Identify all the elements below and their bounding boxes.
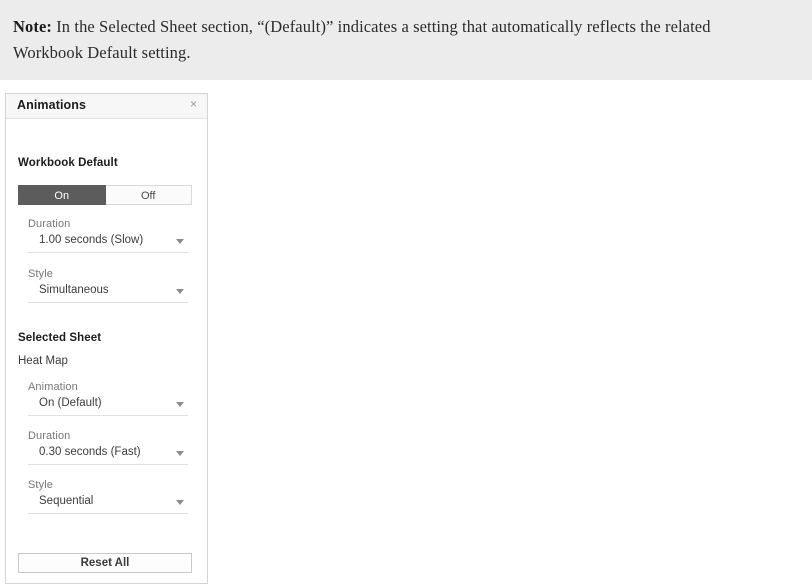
chevron-down-icon [176,239,184,244]
chevron-down-icon [176,451,184,456]
selected-sheet-duration-label: Duration [28,430,71,442]
note-text: Note: In the Selected Sheet section, “(D… [13,14,783,66]
note-body: In the Selected Sheet section, “(Default… [13,17,711,62]
chevron-down-icon [176,402,184,407]
note-label: Note: [13,17,52,36]
workbook-default-style-value: Simultaneous [39,284,109,296]
workbook-default-duration-dropdown[interactable]: 1.00 seconds (Slow) [28,233,188,253]
animations-panel: Animations × Workbook Default On Off Dur… [5,93,208,584]
workbook-default-animation-toggle[interactable]: On Off [18,185,192,205]
selected-sheet-animation-field: Animation On (Default) [28,381,188,416]
selected-sheet-animation-value: On (Default) [39,397,102,409]
selected-sheet-name: Heat Map [18,355,68,367]
panel-header: Animations × [6,94,207,119]
close-icon[interactable]: × [187,98,200,111]
selected-sheet-duration-dropdown[interactable]: 0.30 seconds (Fast) [28,445,188,465]
panel-title: Animations [17,98,87,112]
selected-sheet-style-label: Style [28,479,53,491]
selected-sheet-duration-value: 0.30 seconds (Fast) [39,446,141,458]
workbook-default-style-dropdown[interactable]: Simultaneous [28,283,188,303]
note-banner: Note: In the Selected Sheet section, “(D… [0,0,812,80]
section-title-workbook-default: Workbook Default [18,157,118,169]
selected-sheet-animation-dropdown[interactable]: On (Default) [28,396,188,416]
workbook-default-style-field: Style Simultaneous [28,268,188,303]
chevron-down-icon [176,289,184,294]
panel-body: Workbook Default On Off Duration 1.00 se… [6,119,207,582]
toggle-option-off[interactable]: Off [105,185,192,205]
chevron-down-icon [176,500,184,505]
selected-sheet-duration-field: Duration 0.30 seconds (Fast) [28,430,188,465]
reset-all-button[interactable]: Reset All [18,553,192,573]
workbook-default-duration-label: Duration [28,218,71,230]
selected-sheet-style-dropdown[interactable]: Sequential [28,494,188,514]
section-title-selected-sheet: Selected Sheet [18,332,102,344]
workbook-default-duration-field: Duration 1.00 seconds (Slow) [28,218,188,253]
workbook-default-duration-value: 1.00 seconds (Slow) [39,234,144,246]
selected-sheet-style-value: Sequential [39,495,94,507]
toggle-option-on[interactable]: On [18,185,106,205]
workbook-default-style-label: Style [28,268,53,280]
selected-sheet-animation-label: Animation [28,381,78,393]
selected-sheet-style-field: Style Sequential [28,479,188,514]
